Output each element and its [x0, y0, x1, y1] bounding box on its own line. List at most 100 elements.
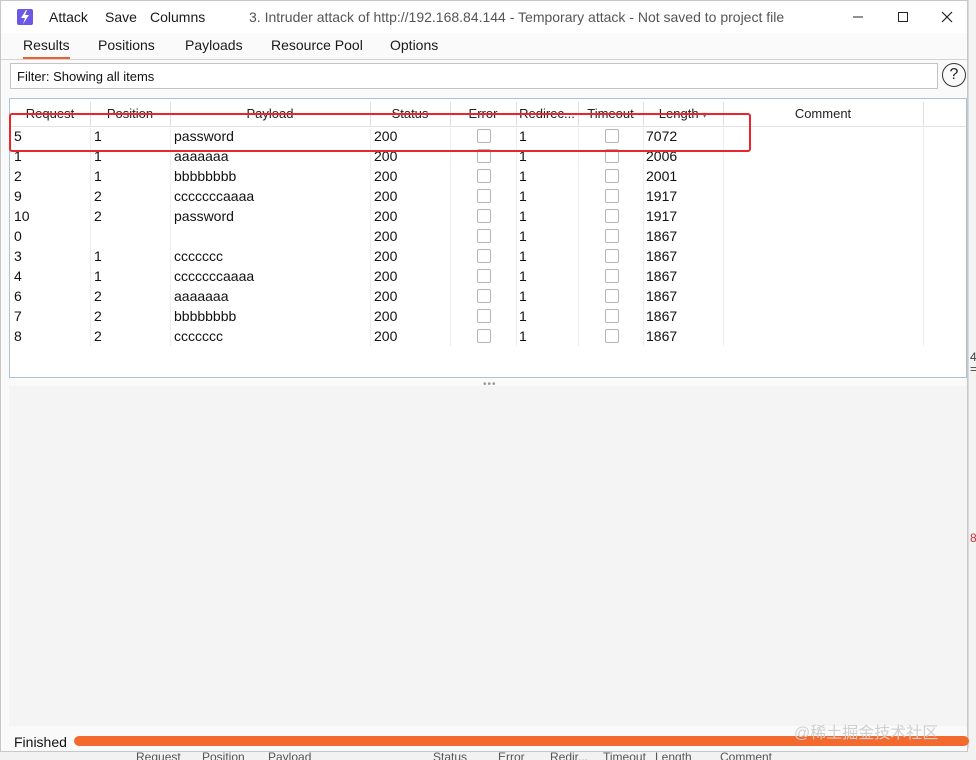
cell-redirects: 1	[519, 248, 527, 264]
close-icon[interactable]	[932, 5, 962, 29]
cell-position: 2	[94, 288, 102, 304]
menu-columns[interactable]: Columns	[150, 9, 205, 25]
tab-positions[interactable]: Positions	[98, 37, 155, 53]
filter-bar[interactable]: Filter: Showing all items	[10, 63, 938, 89]
cell-length: 1867	[646, 328, 678, 344]
lightning-icon	[17, 9, 33, 25]
error-checkbox	[477, 169, 491, 183]
menu-attack[interactable]: Attack	[49, 9, 88, 25]
cell-status: 200	[374, 228, 398, 244]
error-checkbox	[477, 249, 491, 263]
background-fragment: 8	[970, 531, 976, 545]
cell-status: 200	[374, 208, 398, 224]
cell-length: 1917	[646, 188, 678, 204]
cell-status: 200	[374, 328, 398, 344]
cell-status: 200	[374, 268, 398, 284]
cell-redirects: 1	[519, 268, 527, 284]
tab-resource-pool[interactable]: Resource Pool	[271, 37, 363, 53]
cell-redirects: 1	[519, 228, 527, 244]
cell-length: 1867	[646, 248, 678, 264]
cell-payload: bbbbbbbb	[174, 168, 237, 184]
table-row[interactable]: 0 200 1 1867	[10, 226, 922, 246]
cell-redirects: 1	[519, 288, 527, 304]
tab-options[interactable]: Options	[390, 37, 438, 53]
cell-payload: cccccccaaaa	[174, 268, 255, 284]
menu-save[interactable]: Save	[105, 9, 137, 25]
tab-payloads[interactable]: Payloads	[185, 37, 243, 53]
cell-redirects: 1	[519, 308, 527, 324]
cell-length: 1867	[646, 228, 678, 244]
highlight-box	[9, 113, 751, 152]
cell-position: 2	[94, 308, 102, 324]
cell-status: 200	[374, 188, 398, 204]
cell-position: 1	[94, 168, 102, 184]
timeout-checkbox	[605, 329, 619, 343]
timeout-checkbox	[605, 169, 619, 183]
watermark: @稀土掘金技术社区	[794, 725, 939, 742]
table-row[interactable]: 8 2 ccccccc 200 1 1867	[10, 326, 922, 346]
cell-position: 1	[94, 268, 102, 284]
filter-label: Filter: Showing all items	[17, 69, 155, 84]
table-row[interactable]: 4 1 cccccccaaaa 200 1 1867	[10, 266, 922, 286]
cell-request: 10	[14, 208, 30, 224]
cell-length: 1867	[646, 268, 678, 284]
cell-position: 2	[94, 328, 102, 344]
status-label: Finished	[14, 734, 67, 750]
cell-status: 200	[374, 308, 398, 324]
cell-request: 2	[14, 168, 22, 184]
timeout-checkbox	[605, 309, 619, 323]
cell-redirects: 1	[519, 328, 527, 344]
cell-payload: ccccccc	[174, 328, 223, 344]
cell-payload: password	[174, 208, 234, 224]
table-row[interactable]: 7 2 bbbbbbbb 200 1 1867	[10, 306, 922, 326]
error-checkbox	[477, 189, 491, 203]
timeout-checkbox	[605, 209, 619, 223]
window-title: 3. Intruder attack of http://192.168.84.…	[249, 9, 785, 25]
help-icon[interactable]: ?	[942, 63, 966, 87]
detail-pane	[9, 386, 967, 726]
timeout-checkbox	[605, 289, 619, 303]
background-window-edge: 4 = 8	[968, 0, 976, 760]
cell-status: 200	[374, 168, 398, 184]
cell-status: 200	[374, 248, 398, 264]
error-checkbox	[477, 329, 491, 343]
table-row[interactable]: 3 1 ccccccc 200 1 1867	[10, 246, 922, 266]
cell-status: 200	[374, 288, 398, 304]
cell-redirects: 1	[519, 188, 527, 204]
cell-length: 1867	[646, 288, 678, 304]
title-bar[interactable]: Attack Save Columns 3. Intruder attack o…	[1, 1, 967, 33]
cell-request: 8	[14, 328, 22, 344]
cell-length: 1917	[646, 208, 678, 224]
error-checkbox	[477, 289, 491, 303]
cell-position: 2	[94, 188, 102, 204]
error-checkbox	[477, 229, 491, 243]
table-row[interactable]: 6 2 aaaaaaa 200 1 1867	[10, 286, 922, 306]
timeout-checkbox	[605, 249, 619, 263]
error-checkbox	[477, 269, 491, 283]
cell-length: 1867	[646, 308, 678, 324]
cell-position: 1	[94, 248, 102, 264]
cell-payload: bbbbbbbb	[174, 308, 237, 324]
maximize-icon[interactable]	[888, 5, 918, 29]
tab-results[interactable]: Results	[23, 37, 70, 59]
table-row[interactable]: 2 1 bbbbbbbb 200 1 2001	[10, 166, 922, 186]
timeout-checkbox	[605, 189, 619, 203]
tab-bar: Results Positions Payloads Resource Pool…	[1, 33, 967, 60]
col-comment[interactable]: Comment	[723, 106, 923, 121]
cell-request: 7	[14, 308, 22, 324]
table-row[interactable]: 9 2 cccccccaaaa 200 1 1917	[10, 186, 922, 206]
minimize-icon[interactable]	[843, 5, 873, 29]
cell-request: 4	[14, 268, 22, 284]
cell-request: 6	[14, 288, 22, 304]
error-checkbox	[477, 209, 491, 223]
table-row[interactable]: 10 2 password 200 1 1917	[10, 206, 922, 226]
cell-request: 3	[14, 248, 22, 264]
cell-request: 9	[14, 188, 22, 204]
timeout-checkbox	[605, 269, 619, 283]
cell-payload: ccccccc	[174, 248, 223, 264]
cell-position: 2	[94, 208, 102, 224]
cell-redirects: 1	[519, 208, 527, 224]
intruder-attack-window: Attack Save Columns 3. Intruder attack o…	[0, 0, 969, 752]
cell-length: 2001	[646, 168, 678, 184]
cell-request: 0	[14, 228, 22, 244]
